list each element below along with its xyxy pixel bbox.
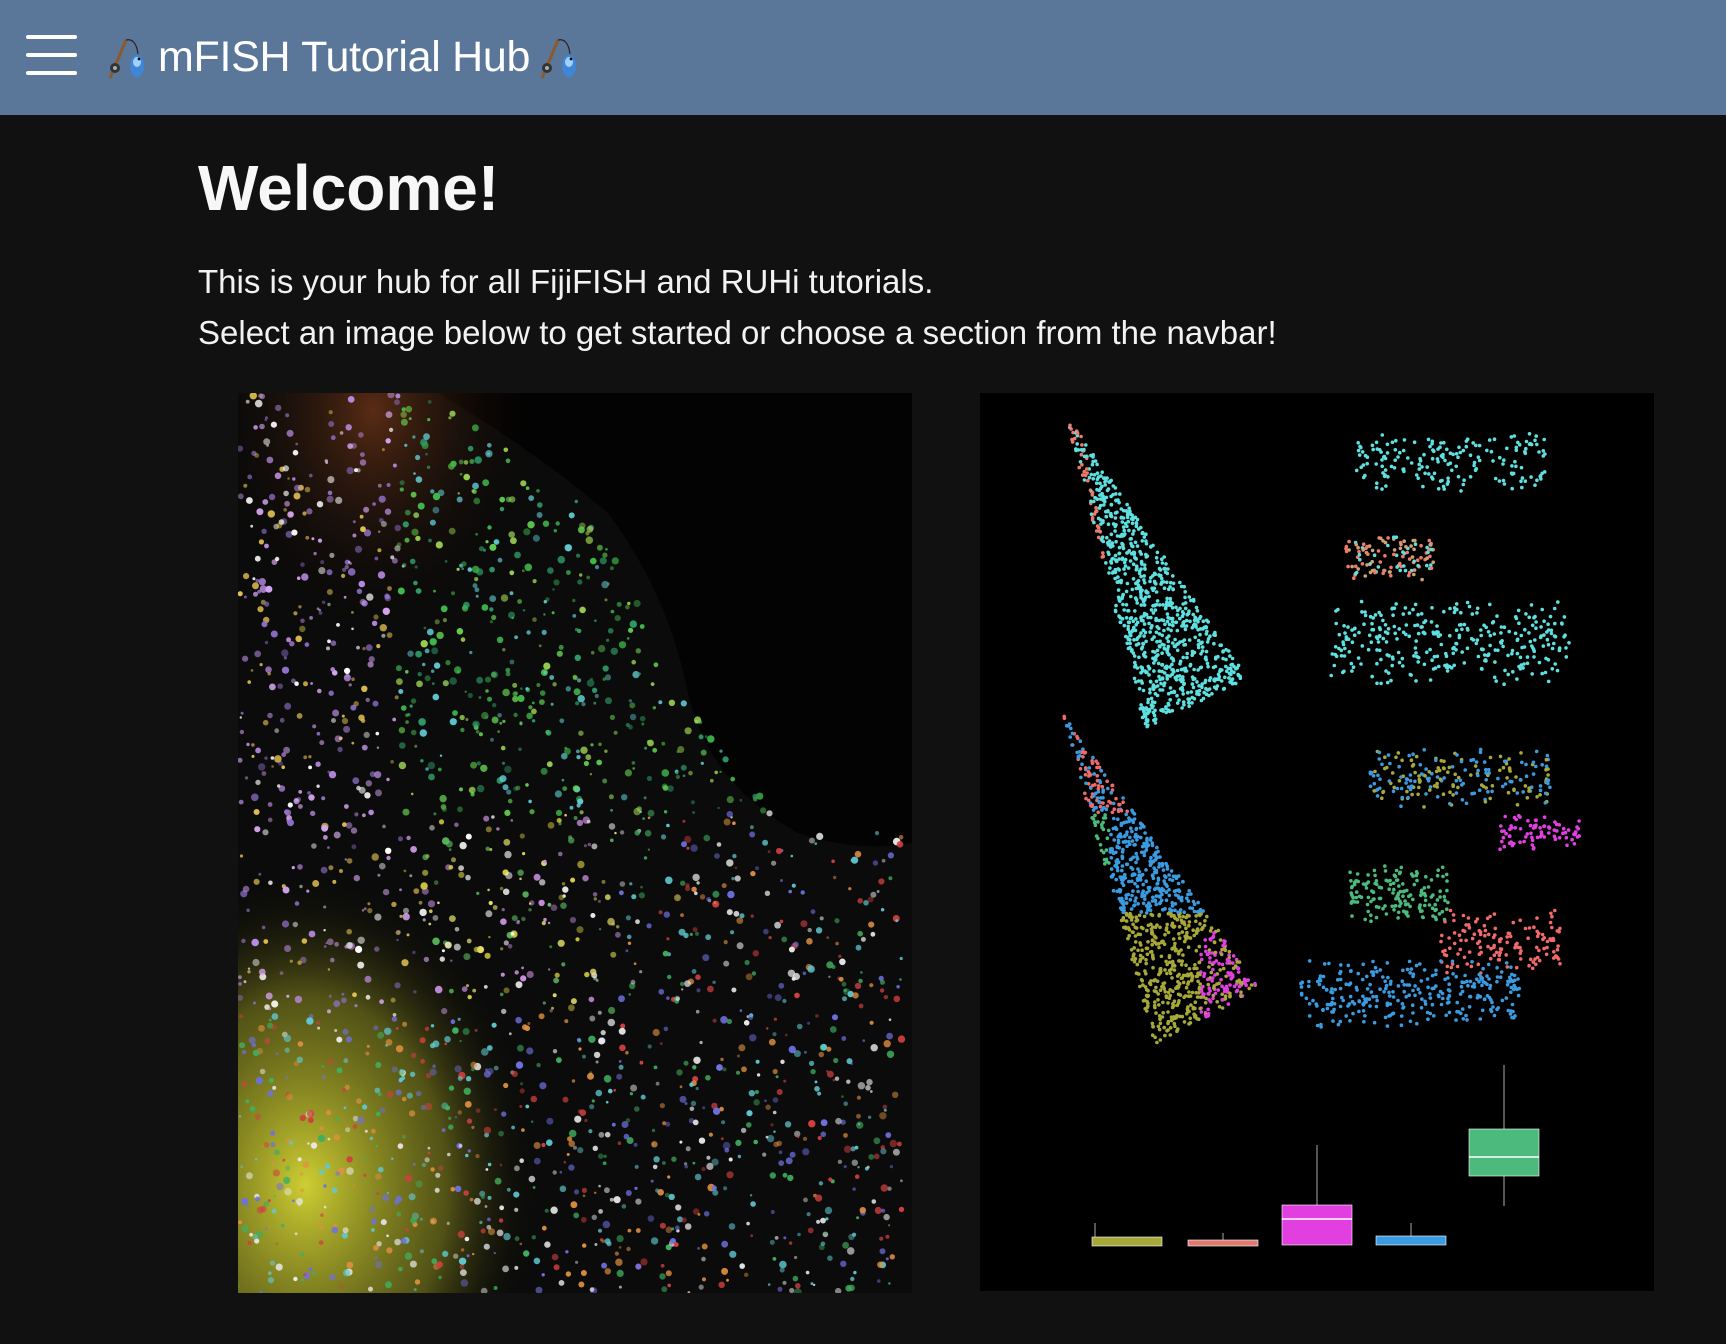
fishing-pole-fish-icon: [538, 34, 582, 80]
hamburger-menu-icon[interactable]: [26, 34, 77, 76]
ruhi-analysis-image: [980, 393, 1654, 1291]
fijifish-image-link[interactable]: [238, 393, 912, 1293]
fishing-pole-fish-icon: [106, 34, 150, 80]
intro-text: This is your hub for all FijiFISH and RU…: [198, 256, 1678, 358]
top-navbar: mFISH Tutorial Hub: [0, 0, 1726, 115]
menu-bar: [26, 71, 77, 75]
menu-bar: [26, 35, 77, 39]
microscopy-image: [238, 393, 912, 1293]
ruhi-image-link[interactable]: [980, 393, 1654, 1291]
intro-line: Select an image below to get started or …: [198, 314, 1277, 351]
intro-line: This is your hub for all FijiFISH and RU…: [198, 263, 934, 300]
menu-bar: [26, 53, 77, 57]
brand-title: mFISH Tutorial Hub: [158, 32, 531, 81]
page-title: Welcome!: [198, 152, 500, 224]
main-content: Welcome! This is your hub for all FijiFI…: [198, 150, 1678, 358]
navbar-brand[interactable]: mFISH Tutorial Hub: [106, 28, 582, 86]
